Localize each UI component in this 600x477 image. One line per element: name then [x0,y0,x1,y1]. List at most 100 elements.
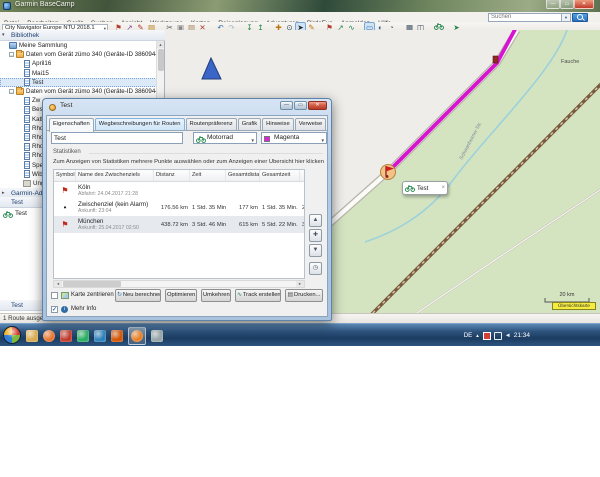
folder-icon [16,51,24,58]
table-row[interactable]: •Zwischenziel (kein Alarm)Ankunft: 23:04… [54,199,304,216]
row-move-down-button[interactable]: ▼ [309,244,322,257]
optimize-button[interactable]: Optimieren [165,289,197,302]
scroll-up-icon[interactable]: ▲ [157,41,164,48]
taskbar-app-green-icon[interactable] [77,330,89,342]
table-cell: 243.7° w [300,205,305,211]
tree-item[interactable]: –Daten vom Gerät zümo 340 (Geräte-ID 386… [0,50,157,59]
print-button[interactable]: ▤Drucken... [285,289,323,302]
route-name-input[interactable] [51,132,183,144]
map-icon [61,292,69,299]
scroll-thumb[interactable] [158,49,164,71]
search-input[interactable] [488,13,562,22]
more-info-checkbox[interactable]: ✓ [51,306,58,313]
column-header[interactable] [300,170,305,181]
tray-expand-icon[interactable]: ▲ [475,333,479,338]
list-icon [24,152,30,160]
route-flag-marker[interactable] [381,165,396,180]
dot-icon: • [54,203,76,212]
table-row[interactable]: ⚑MünchenAnkunft: 25.04.2017 02:50438.72 … [54,216,304,233]
library-header[interactable]: ▾ Bibliothek [0,30,165,41]
route-tooltip-label: Test [417,185,441,192]
taskbar-firefox-icon[interactable] [43,330,55,342]
tab-routenpr-ferenz[interactable]: Routenpräferenz [186,118,237,130]
dialog-maximize-button[interactable]: ▭ [294,101,307,110]
tree-item[interactable]: April16 [0,59,157,68]
search-button[interactable] [572,13,588,22]
tray-flag-icon[interactable] [483,332,491,340]
language-indicator[interactable]: DE [464,332,473,339]
collapse-arrow-icon: ▾ [2,30,5,41]
tree-item[interactable]: –Daten vom Gerät zümo 340 (Geräte-ID 386… [0,87,157,96]
taskbar-app-orange-icon[interactable] [111,330,123,342]
window-minimize-button[interactable]: — [546,0,560,9]
color-select[interactable]: Magenta ▼ [261,132,327,144]
dialog-title: Test [60,102,72,109]
recalculate-button[interactable]: ↻Neu berechnen [115,289,161,302]
reverse-button[interactable]: Umkehren [201,289,231,302]
via-points-table[interactable]: SymbolName des ZwischenzielsDistanzZeitG… [53,169,305,279]
column-header[interactable]: Symbol [54,170,76,181]
tab-verweise[interactable]: Verweise [295,118,327,130]
statistics-section-label: Statistiken [53,149,81,155]
list-icon [24,161,30,169]
tree-item-label: April16 [32,60,51,67]
tree-item[interactable]: Meine Sammlung [0,41,157,50]
center-map-checkbox[interactable] [51,292,58,299]
table-row[interactable]: ⚑KölnAbfahrt: 24.04.2017 21:28 [54,182,304,199]
list-icon [24,97,30,105]
row-insert-button[interactable]: ✚ [309,229,322,242]
expander-icon[interactable]: – [9,89,14,94]
table-cell: 304.0° w [300,222,305,228]
column-header[interactable]: Distanz [154,170,190,181]
tree-item[interactable]: Mai15 [0,69,157,78]
start-button[interactable] [3,326,21,344]
scroll-left-icon[interactable]: ◂ [54,281,62,287]
taskbar-app-gray-icon[interactable] [151,330,163,342]
scroll-thumb[interactable] [63,281,121,287]
tab-grafik[interactable]: Grafik [238,118,261,130]
list-item-label: Test [15,210,27,217]
tab-eigenschaften[interactable]: Eigenschaften [49,118,94,132]
tray-network-icon[interactable] [494,332,502,340]
window-maximize-button[interactable]: ▭ [560,0,574,9]
tab-wegbeschreibungen-f-r-routen[interactable]: Wegbeschreibungen für Routen [95,118,185,130]
taskbar-explorer-icon[interactable] [26,330,38,342]
dialog-tabs: EigenschaftenWegbeschreibungen für Route… [49,118,327,130]
list-icon [24,170,30,178]
taskbar-app-red-icon[interactable] [60,330,72,342]
tree-item[interactable]: Test [0,78,157,87]
expander-icon[interactable]: – [9,52,14,57]
route-tooltip[interactable]: Test × [402,181,448,195]
table-cell: 5 Std. 22 Min. [260,222,300,228]
row-time-button[interactable]: ◷ [309,262,322,275]
row-move-up-button[interactable]: ▲ [309,214,322,227]
column-header[interactable]: Name des Zwischenziels [76,170,154,181]
profile-select[interactable]: Motorrad ▼ [193,132,257,144]
map-scale-label: 20 km [560,292,575,298]
taskbar-clock[interactable]: 21:34 [514,332,530,339]
windows-taskbar: DE ▲ ◄ 21:34 [0,323,600,346]
search-dropdown-icon[interactable]: ▼ [562,13,571,22]
column-header[interactable]: Gesamtdistanz [226,170,260,181]
column-header[interactable]: Gesamtzeit [260,170,300,181]
dialog-close-button[interactable]: ✕ [308,101,327,110]
active-task-button[interactable] [128,327,146,345]
create-track-button[interactable]: ∿Track erstellen [235,289,281,302]
taskbar-basecamp-icon[interactable] [131,330,143,342]
tooltip-close-icon[interactable]: × [441,185,445,191]
tree-item-label: Test [32,79,43,86]
flag-icon: ⚑ [54,220,76,229]
dialog-minimize-button[interactable]: — [280,101,293,110]
tray-volume-icon[interactable]: ◄ [505,332,511,340]
taskbar-app-blue-icon[interactable] [94,330,106,342]
chevron-down-icon: ▼ [251,136,255,146]
via-point-marker[interactable] [493,56,498,63]
scroll-right-icon[interactable]: ▸ [296,281,304,287]
tab-hinweise[interactable]: Hinweise [262,118,294,130]
column-header[interactable]: Zeit [190,170,226,181]
list-icon [24,69,30,77]
tree-item-label: Mai15 [32,70,49,77]
taskbar-icons [26,324,163,347]
window-close-button[interactable]: ✕ [574,0,594,9]
table-hscrollbar[interactable]: ◂ ▸ [53,280,305,288]
